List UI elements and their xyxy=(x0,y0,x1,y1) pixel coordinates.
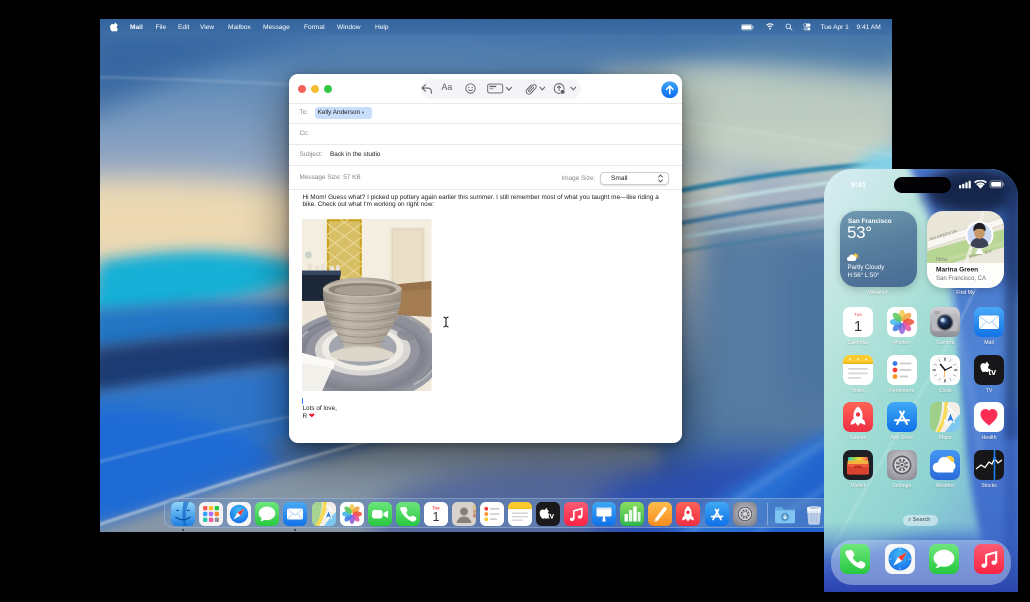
svg-text:1: 1 xyxy=(854,318,862,335)
svg-text:tv: tv xyxy=(988,367,996,377)
svg-text:Marina Green: Marina Green xyxy=(936,266,978,273)
svg-text:Tue: Tue xyxy=(854,312,862,317)
svg-text:tv: tv xyxy=(547,511,555,520)
svg-text:1: 1 xyxy=(432,510,439,524)
svg-text:Now: Now xyxy=(936,257,948,263)
svg-text:San Francisco, CA: San Francisco, CA xyxy=(936,276,986,282)
